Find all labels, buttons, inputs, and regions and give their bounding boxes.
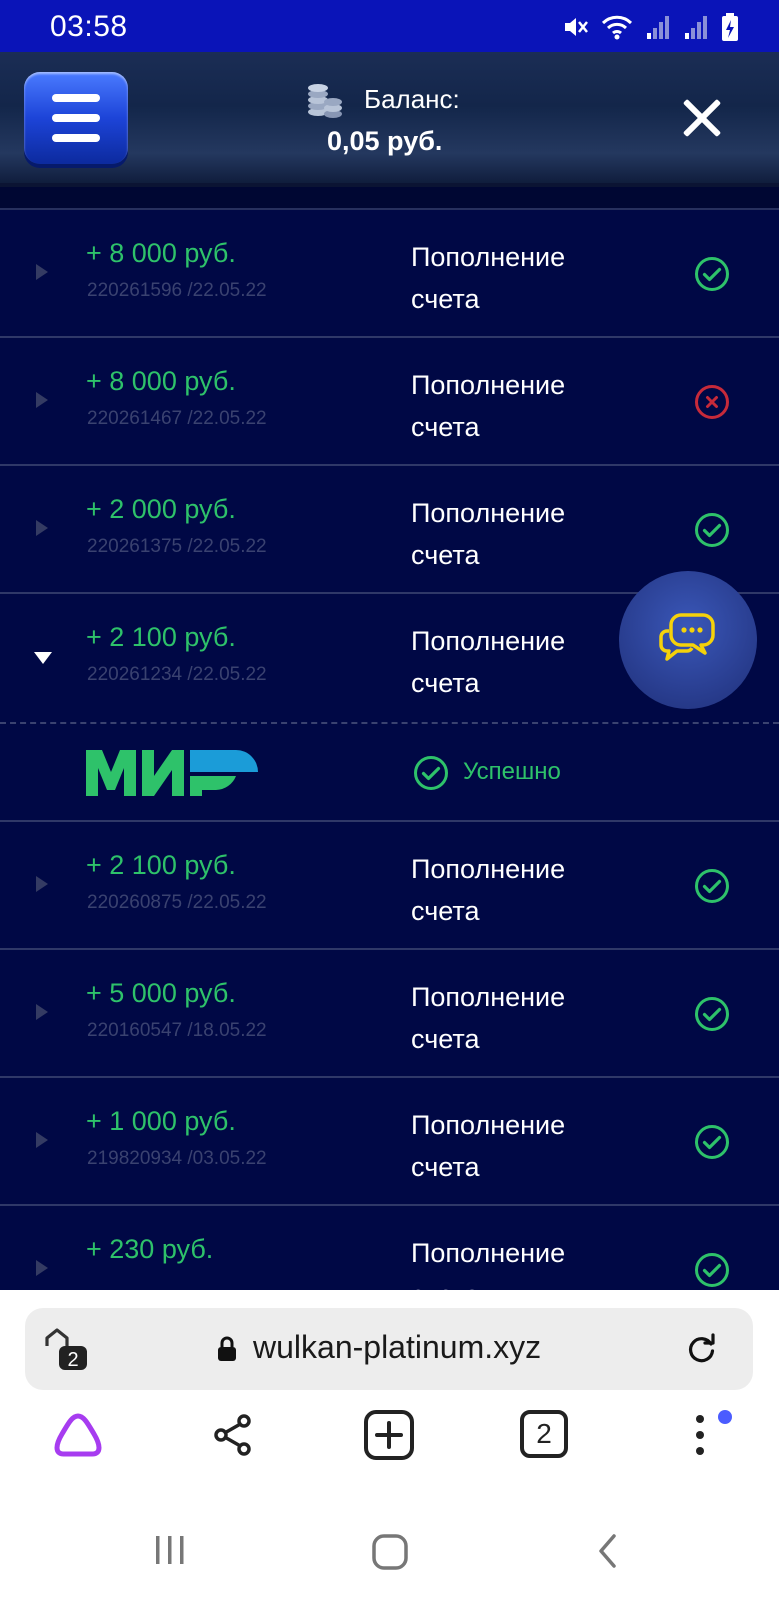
- transaction-id-date: 220261375 /22.05.22: [87, 536, 267, 557]
- back-icon[interactable]: [596, 1532, 620, 1570]
- share-button[interactable]: [203, 1405, 263, 1465]
- success-check-icon: [695, 257, 729, 291]
- url-text[interactable]: wulkan-platinum.xyz: [253, 1329, 541, 1366]
- transaction-type: Пополнение счета: [411, 370, 566, 442]
- success-check-icon: [695, 1253, 729, 1287]
- transaction-id-date: 220261467 /22.05.22: [87, 408, 267, 429]
- coins-icon: [308, 84, 342, 118]
- transaction-amount: + 230 руб.: [86, 1234, 214, 1264]
- transaction-type: Пополнение счета: [411, 854, 566, 926]
- alice-icon: [54, 1413, 102, 1457]
- alice-assistant-button[interactable]: [48, 1405, 108, 1465]
- status-bar: 03:58: [0, 0, 779, 52]
- share-icon: [214, 1414, 251, 1456]
- new-tab-button[interactable]: [359, 1405, 419, 1465]
- clock: 03:58: [50, 10, 128, 43]
- protect-tabs-icon[interactable]: 2: [43, 1328, 89, 1372]
- close-button[interactable]: [680, 96, 724, 140]
- transaction-row[interactable]: + 2 100 руб. 220260875 /22.05.22 Пополне…: [0, 822, 779, 950]
- browser-bar: 2 wulkan-platinum.xyz 2: [0, 1290, 779, 1500]
- recent-apps-icon[interactable]: [152, 1532, 188, 1568]
- app-header: Баланс: 0,05 руб.: [0, 52, 779, 187]
- plus-square-icon: [364, 1410, 414, 1460]
- collapse-arrow-icon[interactable]: [34, 652, 52, 664]
- transaction-amount: + 5 000 руб.: [86, 978, 236, 1008]
- reload-icon[interactable]: [685, 1332, 719, 1366]
- browser-toolbar: 2: [0, 1405, 779, 1495]
- expand-arrow-icon[interactable]: [36, 1004, 48, 1020]
- mute-icon: [565, 18, 588, 36]
- transaction-type: Пополнение счета: [411, 242, 566, 314]
- tab-switcher-button[interactable]: 2: [520, 1410, 568, 1458]
- signal-icon-1: [647, 16, 669, 39]
- expand-arrow-icon[interactable]: [36, 392, 48, 408]
- transaction-list[interactable]: + 8 000 руб. 220261596 /22.05.22 Пополне…: [0, 190, 779, 1290]
- expand-arrow-icon[interactable]: [36, 1260, 48, 1276]
- failed-cross-icon: [695, 385, 729, 419]
- expand-arrow-icon[interactable]: [36, 1132, 48, 1148]
- hamburger-menu-button[interactable]: [24, 72, 128, 164]
- expand-arrow-icon[interactable]: [36, 876, 48, 892]
- success-check-icon: [695, 1125, 729, 1159]
- chat-bubbles-icon: [659, 613, 715, 661]
- support-chat-button[interactable]: [619, 571, 757, 709]
- more-vertical-icon: [696, 1415, 704, 1455]
- transaction-row[interactable]: + 8 000 руб. 220261596 /22.05.22 Пополне…: [0, 210, 779, 338]
- transaction-id-date: 220260875 /22.05.22: [87, 892, 267, 913]
- transaction-detail: Успешно: [0, 722, 779, 822]
- success-check-icon: [695, 513, 729, 547]
- notification-dot: [718, 1410, 732, 1424]
- transaction-id-date: 220261234 /22.05.22: [87, 664, 267, 685]
- detail-status-label: Успешно: [463, 758, 561, 785]
- transaction-type: Пополнение счета: [411, 1110, 566, 1182]
- battery-charging-icon: [722, 13, 738, 41]
- transaction-type: Пополнение счета: [411, 1238, 566, 1290]
- transaction-amount: + 8 000 руб.: [86, 238, 236, 268]
- transaction-id-date: 219820934 /03.05.22: [87, 1148, 267, 1169]
- transaction-amount: + 2 100 руб.: [86, 622, 236, 652]
- signal-icon-2: [685, 16, 707, 39]
- transaction-amount: + 8 000 руб.: [86, 366, 236, 396]
- address-bar[interactable]: 2 wulkan-platinum.xyz: [25, 1308, 753, 1390]
- transaction-type: Пополнение счета: [411, 626, 566, 698]
- transaction-row[interactable]: + 8 000 руб. 220261467 /22.05.22 Пополне…: [0, 338, 779, 466]
- transaction-id-date: 220261596 /22.05.22: [87, 280, 267, 301]
- lock-icon: [218, 1336, 236, 1361]
- transaction-type: Пополнение счета: [411, 498, 566, 570]
- transaction-amount: + 1 000 руб.: [86, 1106, 236, 1136]
- transaction-amount: + 2 100 руб.: [86, 850, 236, 880]
- expand-arrow-icon[interactable]: [36, 264, 48, 280]
- hamburger-menu-icon: [52, 94, 100, 102]
- transaction-type: Пополнение счета: [411, 982, 566, 1054]
- balance-label: Баланс:: [364, 84, 460, 114]
- balance-value: 0,05 руб.: [327, 126, 443, 156]
- wifi-icon: [601, 15, 633, 40]
- success-check-icon: [414, 756, 448, 790]
- status-icons: [561, 12, 739, 42]
- transaction-row[interactable]: + 5 000 руб. 220160547 /18.05.22 Пополне…: [0, 950, 779, 1078]
- success-check-icon: [695, 997, 729, 1031]
- system-navigation: [0, 1500, 779, 1600]
- transaction-amount: + 2 000 руб.: [86, 494, 236, 524]
- transaction-row[interactable]: + 230 руб. Пополнение счета: [0, 1206, 779, 1290]
- success-check-icon: [695, 869, 729, 903]
- transaction-id-date: 220160547 /18.05.22: [87, 1020, 267, 1041]
- mir-payment-logo: [86, 750, 258, 796]
- expand-arrow-icon[interactable]: [36, 520, 48, 536]
- tabs-badge-count: 2: [67, 1349, 78, 1371]
- transaction-row[interactable]: + 1 000 руб. 219820934 /03.05.22 Пополне…: [0, 1078, 779, 1206]
- home-icon[interactable]: [370, 1532, 410, 1572]
